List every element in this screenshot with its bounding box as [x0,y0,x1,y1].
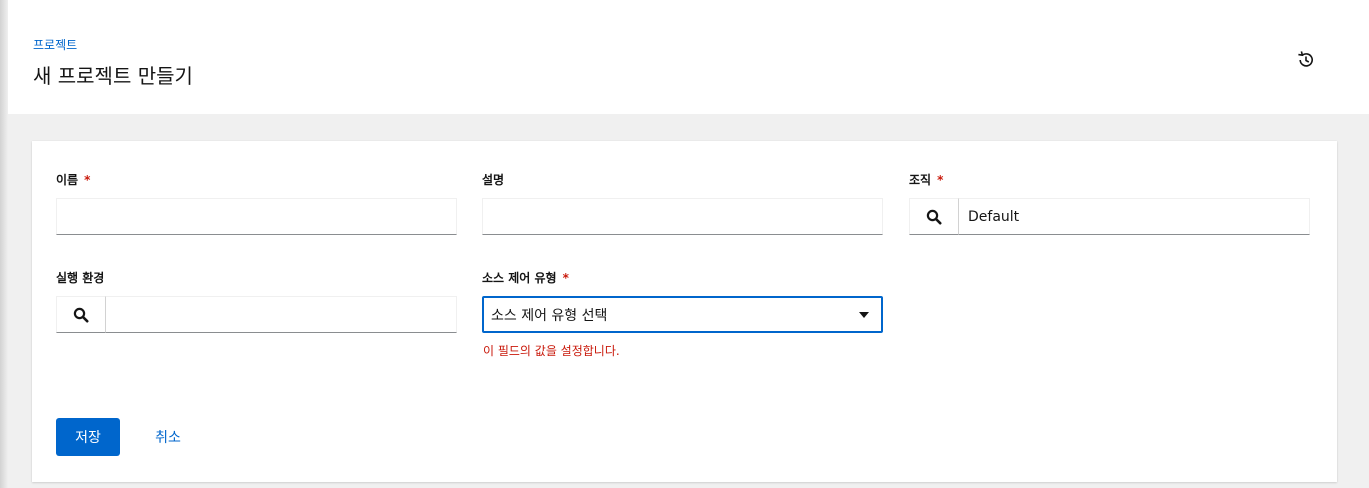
scm-type-label: 소스 제어 유형 * [482,271,569,285]
cancel-button[interactable]: 취소 [143,418,193,456]
page-title: 새 프로젝트 만들기 [33,64,193,88]
caret-down-icon [859,311,869,318]
scm-type-selected-value: 소스 제어 유형 선택 [491,307,608,324]
scm-type-error: 이 필드의 값을 설정합니다. [483,344,620,358]
search-icon [926,209,942,224]
organization-label: 조직 * [909,173,944,187]
name-label: 이름 * [56,173,91,187]
execution-environment-label: 실행 환경 [56,271,105,285]
scm-type-select[interactable]: 소스 제어 유형 선택 [482,296,883,333]
required-mark: * [562,271,569,285]
execution-environment-lookup-button[interactable] [56,296,106,333]
project-form-card: 이름 * 설명 조직 * Default 실행 환경 소스 제어 유형 * 소스 제어… [32,141,1337,482]
page-header: 프로젝트 새 프로젝트 만들기 [8,0,1369,114]
search-icon [73,307,89,322]
description-input[interactable] [482,198,883,235]
save-button[interactable]: 저장 [56,418,120,456]
history-icon [1298,51,1313,67]
execution-environment-input[interactable] [105,296,457,333]
breadcrumb-projects-link[interactable]: 프로젝트 [33,36,77,53]
description-label: 설명 [482,173,505,187]
organization-lookup-button[interactable] [909,198,959,235]
sidebar-edge [0,0,8,488]
organization-input[interactable]: Default [958,198,1310,235]
required-mark: * [84,173,91,187]
name-input[interactable] [56,198,457,235]
history-button[interactable] [1296,50,1316,70]
required-mark: * [937,173,944,187]
